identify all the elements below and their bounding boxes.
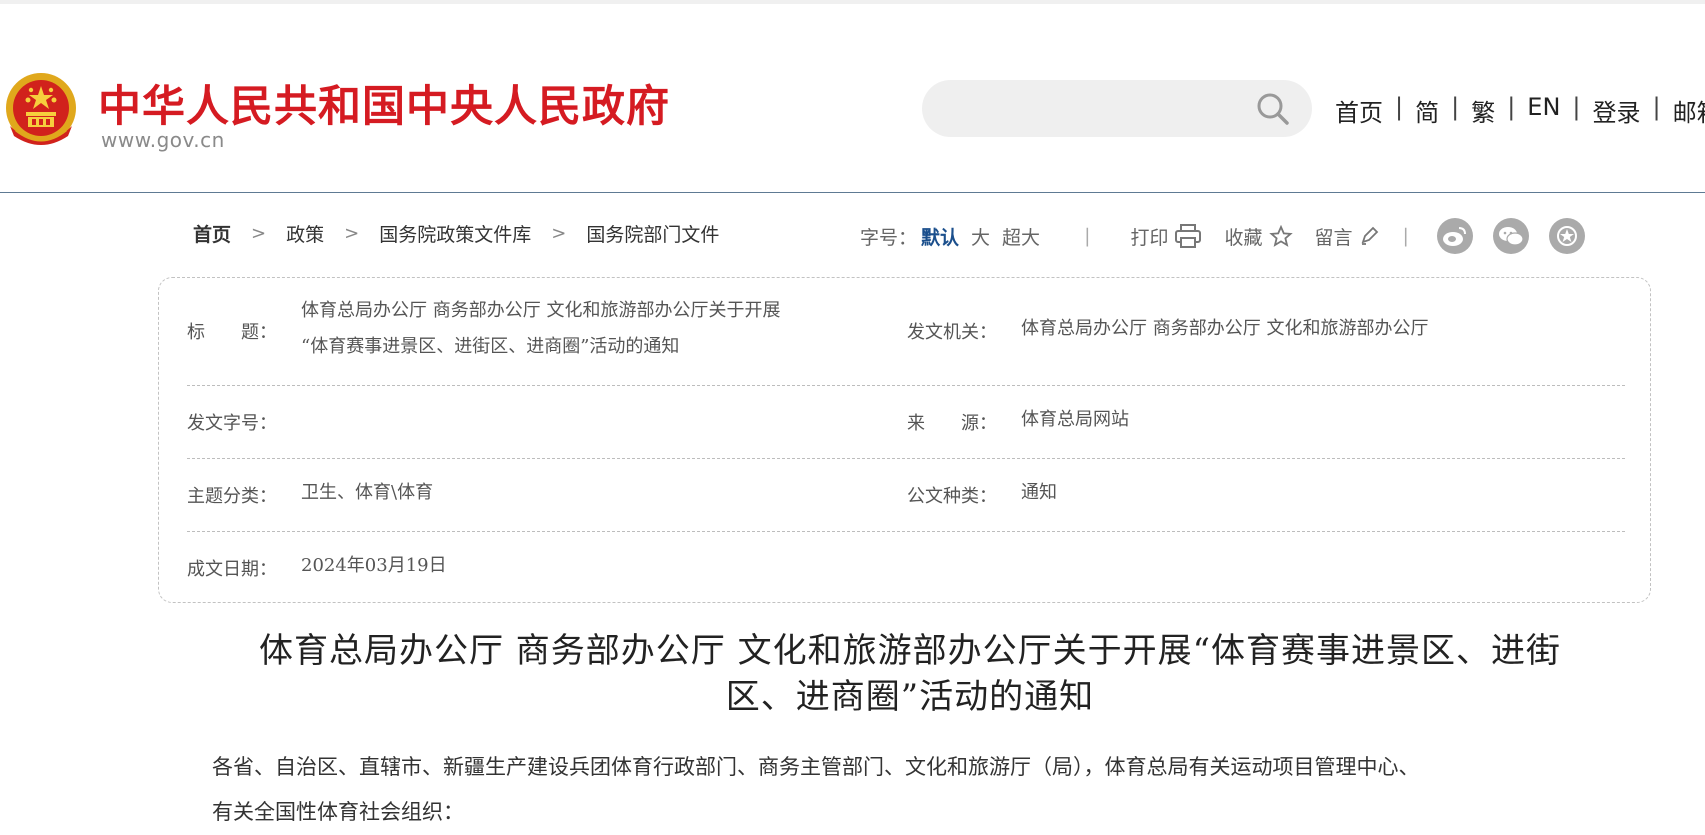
- breadcrumb-home[interactable]: 首页: [193, 220, 231, 247]
- national-emblem-icon[interactable]: [2, 70, 80, 152]
- font-size-label: 字号：: [860, 226, 918, 249]
- nav-separator: |: [1507, 93, 1516, 121]
- article-tools: 字号： 默认 大 超大 | 打印 收藏 留言 |: [860, 218, 1605, 254]
- wechat-icon[interactable]: [1492, 218, 1529, 254]
- issuer-value: 体育总局办公厅 商务部办公厅 文化和旅游部办公厅: [1021, 318, 1429, 339]
- printer-icon: [1175, 224, 1202, 248]
- comment-button[interactable]: 留言: [1315, 223, 1379, 250]
- info-row: 主题分类： 卫生、体育\体育 公文种类： 通知: [187, 458, 1625, 532]
- title-value-line: 体育总局办公厅 商务部办公厅 文化和旅游部办公厅关于开展: [301, 300, 781, 321]
- breadcrumb-policy-library[interactable]: 国务院政策文件库: [379, 220, 531, 247]
- info-row: 发文字号： 来 源： 体育总局网站: [187, 385, 1625, 459]
- chevron-right-icon: >: [344, 223, 360, 244]
- favorite-label: 收藏: [1224, 226, 1263, 249]
- title-value-line: “体育赛事进景区、进街区、进商圈”活动的通知: [301, 336, 680, 357]
- site-header: 中华人民共和国中央人民政府 www.gov.cn 首页 | 简 | 繁 | EN…: [0, 0, 1705, 193]
- search-box: [922, 80, 1312, 137]
- nav-separator: |: [1572, 93, 1581, 121]
- info-row: 成文日期： 2024年03月19日: [187, 531, 1625, 601]
- nav-mail-link[interactable]: 邮箱: [1673, 93, 1705, 128]
- pencil-icon: [1361, 226, 1378, 245]
- source-label: 来 源：: [907, 413, 997, 434]
- info-row: 标 题： 体育总局办公厅 商务部办公厅 文化和旅游部办公厅关于开展 “体育赛事进…: [187, 278, 1625, 386]
- article-body: 各省、自治区、直辖市、新疆生产建设兵团体育行政部门、商务主管部门、文化和旅游厅（…: [212, 745, 1612, 835]
- nav-english-link[interactable]: EN: [1527, 93, 1560, 128]
- favorite-button[interactable]: 收藏: [1224, 223, 1293, 250]
- font-size-large[interactable]: 大: [971, 223, 990, 250]
- tools-divider: |: [1084, 225, 1091, 247]
- print-label: 打印: [1130, 226, 1169, 249]
- site-name[interactable]: 中华人民共和国中央人民政府: [98, 72, 670, 134]
- star-share-icon[interactable]: [1548, 218, 1585, 254]
- article-title: 体育总局办公厅 商务部办公厅 文化和旅游部办公厅关于开展“体育赛事进景区、进街 …: [190, 628, 1630, 720]
- title-value: 体育总局办公厅 商务部办公厅 文化和旅游部办公厅关于开展 “体育赛事进景区、进街…: [301, 293, 881, 365]
- title-label: 标 题：: [187, 322, 277, 343]
- article-title-line: 区、进商圈”活动的通知: [725, 677, 1095, 717]
- breadcrumb-department-docs[interactable]: 国务院部门文件: [586, 220, 719, 247]
- source-value: 体育总局网站: [1021, 409, 1129, 430]
- star-icon: [1268, 225, 1293, 247]
- font-size-default[interactable]: 默认: [921, 223, 959, 250]
- date-label: 成文日期：: [187, 559, 277, 580]
- nav-login-link[interactable]: 登录: [1593, 93, 1641, 128]
- topic-value: 卫生、体育\体育: [301, 482, 434, 503]
- article-title-line: 体育总局办公厅 商务部办公厅 文化和旅游部办公厅关于开展“体育赛事进景区、进街: [259, 631, 1561, 671]
- print-button[interactable]: 打印: [1130, 223, 1202, 250]
- chevron-right-icon: >: [251, 223, 267, 244]
- site-url[interactable]: www.gov.cn: [101, 128, 225, 152]
- doc-type-label: 公文种类：: [907, 486, 997, 507]
- article-paragraph-line: 各省、自治区、直辖市、新疆生产建设兵团体育行政部门、商务主管部门、文化和旅游厅（…: [212, 755, 1420, 779]
- weibo-icon[interactable]: [1436, 218, 1473, 254]
- search-input[interactable]: [946, 90, 1250, 128]
- font-size-xlarge[interactable]: 超大: [1002, 223, 1040, 250]
- breadcrumb-policy[interactable]: 政策: [286, 220, 324, 247]
- nav-home-link[interactable]: 首页: [1335, 93, 1383, 128]
- nav-traditional-link[interactable]: 繁: [1471, 93, 1495, 128]
- doc-number-label: 发文字号：: [187, 413, 277, 434]
- tools-divider: |: [1402, 225, 1409, 247]
- top-nav: 首页 | 简 | 繁 | EN | 登录 | 邮箱: [1335, 93, 1705, 128]
- chevron-right-icon: >: [551, 223, 567, 244]
- nav-separator: |: [1395, 93, 1404, 121]
- nav-separator: |: [1451, 93, 1460, 121]
- issuer-label: 发文机关：: [907, 322, 997, 343]
- nav-simplified-link[interactable]: 简: [1415, 93, 1439, 128]
- doc-type-value: 通知: [1021, 482, 1057, 503]
- comment-label: 留言: [1314, 226, 1353, 249]
- document-info-box: 标 题： 体育总局办公厅 商务部办公厅 文化和旅游部办公厅关于开展 “体育赛事进…: [158, 277, 1651, 603]
- date-value: 2024年03月19日: [301, 555, 447, 576]
- article-paragraph-line: 有关全国性体育社会组织：: [212, 800, 464, 824]
- topic-label: 主题分类：: [187, 486, 277, 507]
- nav-separator: |: [1652, 93, 1661, 121]
- search-icon[interactable]: [1256, 92, 1290, 126]
- breadcrumb: 首页 > 政策 > 国务院政策文件库 > 国务院部门文件: [193, 220, 719, 247]
